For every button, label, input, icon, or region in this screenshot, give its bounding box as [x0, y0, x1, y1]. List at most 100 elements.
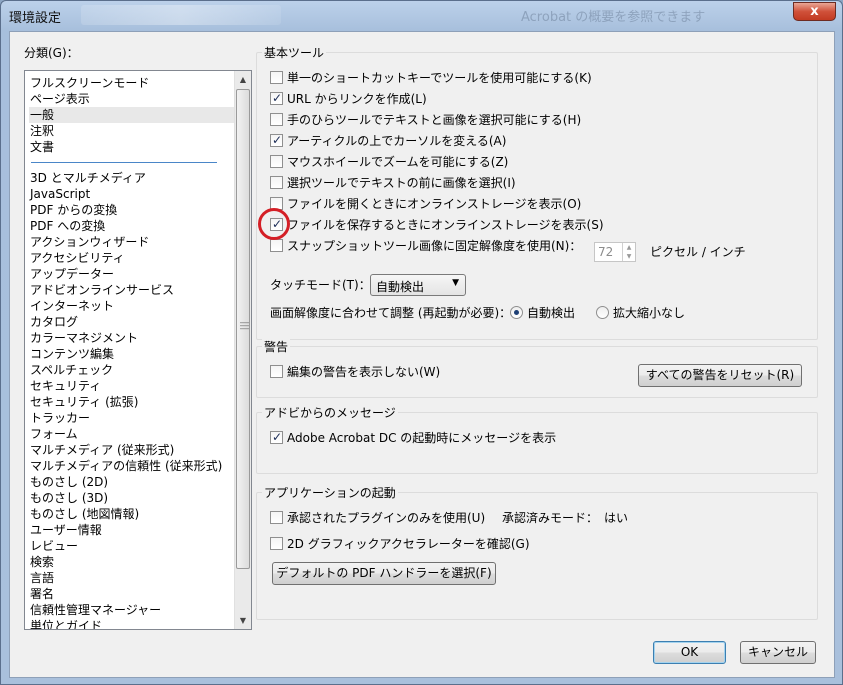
basic-tool-checkbox[interactable]: [270, 71, 283, 84]
annotation-highlight-circle: [258, 208, 290, 240]
category-item[interactable]: 言語: [29, 570, 235, 586]
reset-warnings-button[interactable]: すべての警告をリセット(R): [638, 364, 802, 387]
edit-warning-label: 編集の警告を表示しない(W): [287, 365, 441, 379]
category-item[interactable]: ものさし (2D): [29, 474, 235, 490]
basic-tool-checkbox[interactable]: [270, 155, 283, 168]
startup-messages-option[interactable]: Adobe Acrobat DC の起動時にメッセージを表示: [270, 429, 557, 446]
basic-tool-option[interactable]: ファイルを開くときにオンラインストレージを表示(O): [270, 196, 581, 212]
basic-tool-checkbox[interactable]: [270, 176, 283, 189]
category-item[interactable]: アクセシビリティ: [29, 250, 235, 266]
category-item[interactable]: カタログ: [29, 314, 235, 330]
warnings-title: 警告: [262, 338, 291, 355]
basic-tool-label: 単一のショートカットキーでツールを使用可能にする(K): [287, 71, 592, 85]
dialog-body: 分類(G)： フルスクリーンモード ページ表示 一般 注釈 文書 3D とマルチメディア J…: [9, 31, 835, 678]
edit-warning-checkbox[interactable]: [270, 365, 283, 378]
ok-button[interactable]: OK: [653, 641, 726, 664]
category-item[interactable]: マルチメディア (従来形式): [29, 442, 235, 458]
category-item[interactable]: セキュリティ: [29, 378, 235, 394]
category-item[interactable]: 署名: [29, 586, 235, 602]
category-item[interactable]: ものさし (3D): [29, 490, 235, 506]
radio-no-scaling[interactable]: 拡大縮小なし: [596, 305, 685, 321]
category-item[interactable]: 3D とマルチメディア: [29, 170, 235, 186]
graphics-accelerator-checkbox[interactable]: [270, 537, 283, 550]
category-item[interactable]: アドビオンラインサービス: [29, 282, 235, 298]
category-item[interactable]: アップデーター: [29, 266, 235, 282]
preferences-dialog: 環境設定 Acrobat の概要を参照できます x 分類(G)： フルスクリーン…: [0, 0, 843, 685]
window-title: 環境設定: [9, 11, 62, 26]
basic-tool-label: 手のひらツールでテキストと画像を選択可能にする(H): [287, 113, 582, 127]
approved-plugins-option[interactable]: 承認されたプラグインのみを使用(U): [270, 510, 485, 526]
basic-tool-label: アーティクルの上でカーソルを変える(A): [287, 134, 507, 148]
category-item[interactable]: ユーザー情報: [29, 522, 235, 538]
radio-auto-label: 自動検出: [527, 306, 576, 320]
basic-tool-option[interactable]: ファイルを保存するときにオンラインストレージを表示(S): [270, 216, 604, 233]
category-item[interactable]: 単位とガイド: [29, 618, 235, 629]
category-item[interactable]: コンテンツ編集: [29, 346, 235, 362]
radio-none-icon[interactable]: [596, 306, 609, 319]
chevron-down-icon: ▼: [452, 278, 459, 288]
radio-auto-detect[interactable]: 自動検出: [510, 305, 575, 321]
approved-plugins-checkbox[interactable]: [270, 511, 283, 524]
basic-tool-option[interactable]: スナップショットツール画像に固定解像度を使用(N)：: [270, 238, 581, 254]
scroll-down-arrow-icon[interactable]: ▼: [235, 612, 251, 629]
basic-tool-option[interactable]: 手のひらツールでテキストと画像を選択可能にする(H): [270, 112, 581, 128]
categories-scrollbar[interactable]: ▲ ― ― ― ▼: [234, 71, 251, 629]
basic-tool-checkbox[interactable]: [270, 132, 283, 148]
category-item[interactable]: JavaScript: [29, 186, 235, 202]
basic-tool-option[interactable]: アーティクルの上でカーソルを変える(A): [270, 132, 507, 149]
cancel-button[interactable]: キャンセル: [740, 641, 816, 664]
category-item[interactable]: PDF への変換: [29, 218, 235, 234]
basic-tool-option[interactable]: マウスホイールでズームを可能にする(Z): [270, 154, 508, 170]
graphics-accelerator-label: 2D グラフィックアクセラレーターを確認(G): [287, 537, 530, 551]
category-item[interactable]: トラッカー: [29, 410, 235, 426]
category-item[interactable]: レビュー: [29, 538, 235, 554]
startup-messages-checkbox[interactable]: [270, 429, 283, 445]
basic-tool-checkbox[interactable]: [270, 239, 283, 252]
categories-list-items: フルスクリーンモード ページ表示 一般 注釈 文書 3D とマルチメディア JavaScri…: [25, 71, 235, 629]
edit-warning-option[interactable]: 編集の警告を表示しない(W): [270, 364, 440, 380]
default-pdf-handler-button[interactable]: デフォルトの PDF ハンドラーを選択(F): [272, 562, 496, 585]
certified-mode-status: 承認済みモード： はい: [502, 511, 629, 525]
category-item[interactable]: カラーマネジメント: [29, 330, 235, 346]
category-item[interactable]: 文書: [29, 139, 235, 155]
radio-auto-icon[interactable]: [510, 306, 523, 319]
title-bar[interactable]: 環境設定 Acrobat の概要を参照できます x: [1, 1, 842, 31]
snapshot-resolution-spinner[interactable]: 72 ▲ ▼: [594, 242, 636, 262]
approved-plugins-label: 承認されたプラグインのみを使用(U): [287, 511, 486, 525]
basic-tools-title: 基本ツール: [262, 44, 327, 61]
category-item[interactable]: スペルチェック: [29, 362, 235, 378]
basic-tool-label: 選択ツールでテキストの前に画像を選択(I): [287, 176, 516, 190]
category-item[interactable]: PDF からの変換: [29, 202, 235, 218]
category-item[interactable]: マルチメディアの信頼性 (従来形式): [29, 458, 235, 474]
close-button[interactable]: x: [793, 2, 836, 21]
category-item[interactable]: インターネット: [29, 298, 235, 314]
scroll-thumb[interactable]: ― ― ―: [236, 89, 250, 569]
category-item[interactable]: アクションウィザード: [29, 234, 235, 250]
category-item[interactable]: セキュリティ (拡張): [29, 394, 235, 410]
startup-messages-label: Adobe Acrobat DC の起動時にメッセージを表示: [287, 431, 557, 445]
category-item[interactable]: ものさし (地図情報): [29, 506, 235, 522]
scroll-up-arrow-icon[interactable]: ▲: [235, 71, 251, 88]
spinner-arrows-icon[interactable]: ▲ ▼: [622, 243, 635, 261]
category-item[interactable]: フルスクリーンモード: [29, 75, 235, 91]
category-item[interactable]: 注釈: [29, 123, 235, 139]
basic-tool-label: ファイルを開くときにオンラインストレージを表示(O): [287, 197, 582, 211]
basic-tool-option[interactable]: 選択ツールでテキストの前に画像を選択(I): [270, 175, 516, 191]
app-startup-title: アプリケーションの起動: [262, 484, 398, 501]
category-item[interactable]: 信頼性管理マネージャー: [29, 602, 235, 618]
category-item[interactable]: フォーム: [29, 426, 235, 442]
category-item[interactable]: 一般: [29, 107, 235, 123]
radio-none-label: 拡大縮小なし: [613, 306, 686, 320]
basic-tool-checkbox[interactable]: [270, 113, 283, 126]
categories-list[interactable]: フルスクリーンモード ページ表示 一般 注釈 文書 3D とマルチメディア JavaScri…: [24, 70, 252, 630]
basic-tool-option[interactable]: 単一のショートカットキーでツールを使用可能にする(K): [270, 70, 592, 86]
category-item[interactable]: 検索: [29, 554, 235, 570]
category-item[interactable]: ページ表示: [29, 91, 235, 107]
touch-mode-select[interactable]: 自動検出 ▼: [370, 274, 466, 296]
graphics-accelerator-option[interactable]: 2D グラフィックアクセラレーターを確認(G): [270, 536, 530, 552]
basic-tool-checkbox[interactable]: [270, 90, 283, 106]
snapshot-unit-label: ピクセル / インチ: [650, 245, 746, 259]
basic-tool-option[interactable]: URL からリンクを作成(L): [270, 90, 427, 107]
close-icon: x: [810, 4, 819, 19]
categories-label: 分類(G)：: [24, 46, 79, 60]
